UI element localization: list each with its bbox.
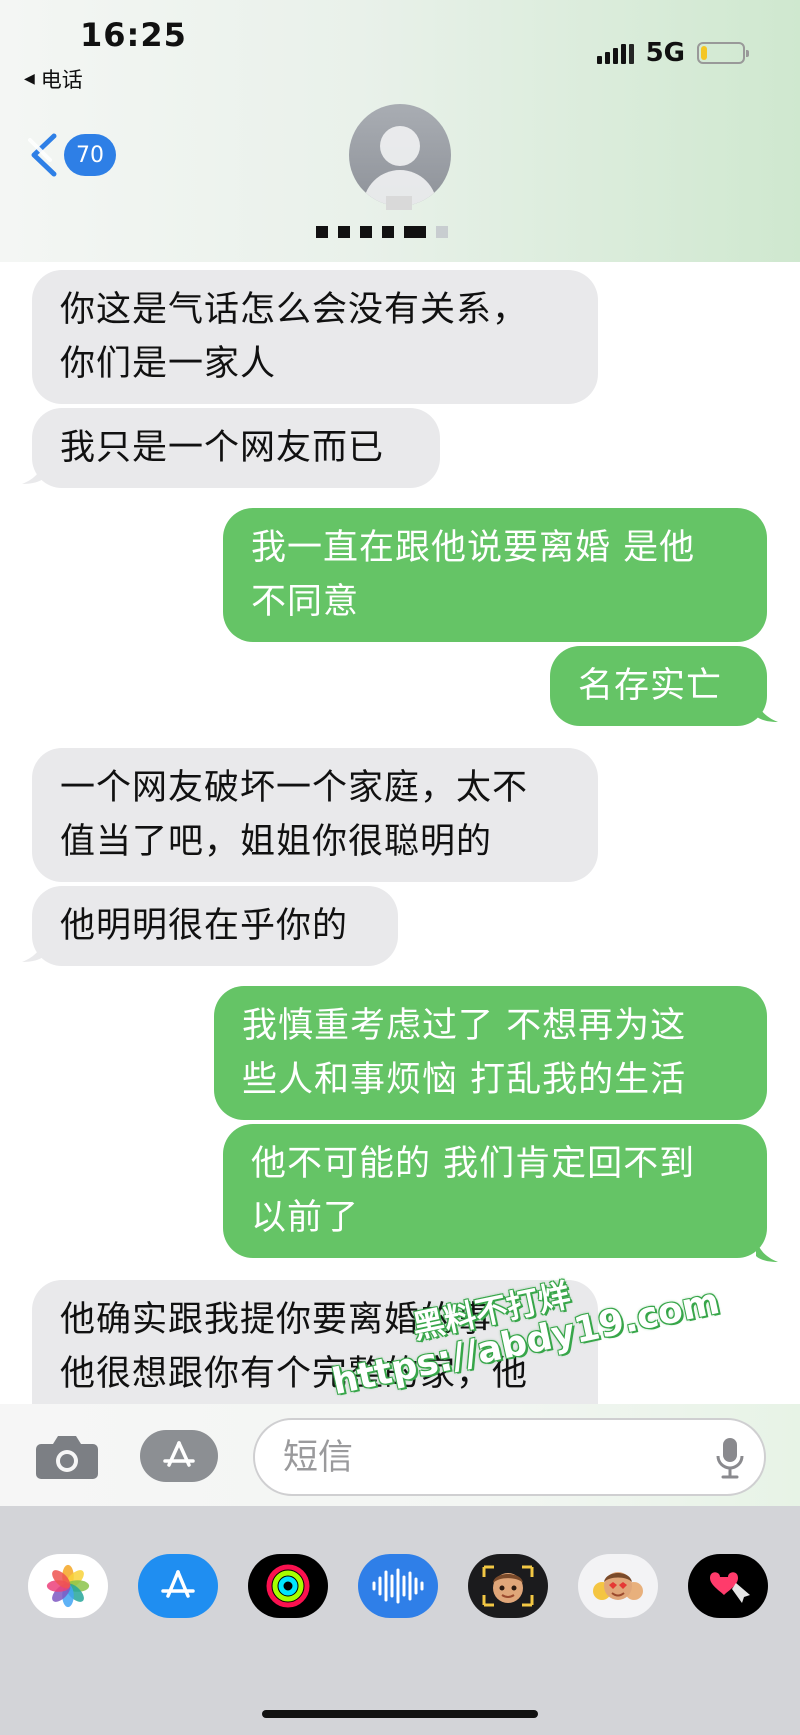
incoming-message[interactable]: 你这是气话怎么会没有关系， 你们是一家人 [32,270,598,404]
message-line: 他明明很在乎你的 [60,906,349,946]
avatar-redaction [386,196,412,210]
bubble-tail [22,462,44,484]
message-line: 名存实亡 [578,666,723,706]
bubble-tail [756,700,778,722]
unread-count-badge[interactable]: 70 [64,134,116,176]
incoming-message[interactable]: 一个网友破坏一个家庭，太不 值当了吧，姐姐你很聪明的 [32,748,598,882]
home-indicator[interactable] [262,1710,538,1718]
message-line: 些人和事烦恼 打乱我的生活 [242,1060,687,1100]
message-line: 不同意 [251,582,360,622]
outgoing-message[interactable]: 我一直在跟他说要离婚 是他 不同意 [223,508,767,642]
contact-avatar[interactable] [349,104,451,206]
outgoing-message[interactable]: 他不可能的 我们肯定回不到 以前了 [223,1124,767,1258]
activity-rings-icon [266,1564,310,1608]
app-store-app-button[interactable] [138,1554,218,1618]
battery-icon [697,42,749,64]
memoji-app-button[interactable] [468,1554,548,1618]
back-to-app-link[interactable]: ◀ 电话 [24,64,83,94]
conversation-header: 16:25 ◀ 电话 5G 70 [0,0,800,263]
camera-button[interactable] [35,1432,99,1480]
incoming-message[interactable]: 我只是一个网友而已 [32,408,440,488]
outgoing-message[interactable]: 名存实亡 [550,646,767,726]
message-thread[interactable]: 你这是气话怎么会没有关系， 你们是一家人 我只是一个网友而已 我一直在跟他说要离… [0,262,800,1404]
fitness-app-button[interactable] [248,1554,328,1618]
photos-icon [46,1564,90,1608]
message-line: 我一直在跟他说要离婚 是他 [251,528,696,568]
status-time: 16:25 [80,16,187,54]
microphone-icon[interactable] [714,1436,746,1480]
message-line: 你们是一家人 [60,344,277,384]
contact-name-redacted[interactable] [316,226,448,238]
outgoing-message[interactable]: 我慎重考虑过了 不想再为这 些人和事烦恼 打乱我的生活 [214,986,767,1120]
message-line: 一个网友破坏一个家庭，太不 [60,768,529,808]
memoji-face-icon [482,1565,534,1607]
bubble-tail [22,940,44,962]
app-store-icon [161,1570,195,1598]
back-app-label: 电话 [40,68,83,92]
status-indicators: 5G [596,38,749,68]
digital-touch-app-button[interactable] [688,1554,768,1618]
photos-app-button[interactable] [28,1554,108,1618]
cellular-signal-icon [596,42,634,64]
heart-touch-icon [710,1572,750,1603]
battery-level-fill [701,46,707,60]
chevron-left-icon [28,133,57,177]
audio-message-app-button[interactable] [358,1554,438,1618]
camera-icon [36,1436,98,1479]
app-store-icon [163,1441,195,1467]
message-line: 以前了 [251,1198,360,1238]
bubble-tail [756,1240,778,1262]
app-store-button[interactable] [140,1430,218,1482]
message-line: 值当了吧，姐姐你很聪明的 [60,822,493,862]
network-type: 5G [645,38,685,68]
message-input[interactable] [281,1434,715,1482]
incoming-message[interactable]: 他明明很在乎你的 [32,886,398,966]
message-line: 你这是气话怎么会没有关系， [60,290,529,330]
imessage-app-drawer [0,1506,800,1735]
message-line: 我只是一个网友而已 [60,428,385,468]
avatar-head-shape [380,126,420,166]
message-line: 他不可能的 我们肯定回不到 [251,1144,696,1184]
message-line: 我慎重考虑过了 不想再为这 [242,1006,687,1046]
waveform-icon [372,1568,424,1604]
back-button[interactable] [24,130,68,180]
back-triangle-icon: ◀ [24,71,35,87]
compose-bar [0,1404,800,1506]
message-input-field[interactable] [253,1418,766,1496]
memoji-stickers-app-button[interactable] [578,1554,658,1618]
memoji-stickers-icon [593,1572,643,1600]
